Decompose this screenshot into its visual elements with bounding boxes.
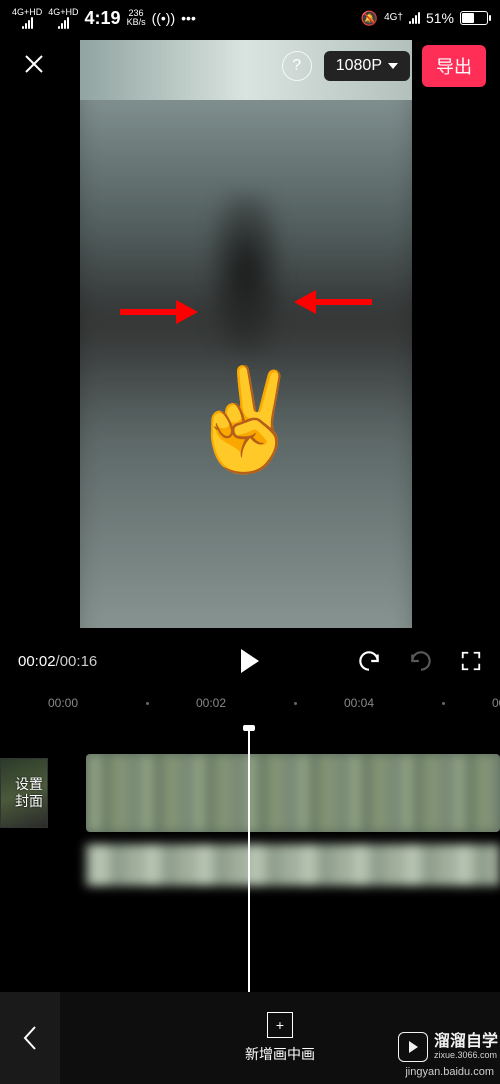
ruler-tick: 00:: [372, 694, 500, 720]
resolution-selector[interactable]: 1080P: [324, 51, 410, 81]
chevron-left-icon: [22, 1025, 38, 1051]
add-pip-label: 新增画中画: [245, 1044, 315, 1064]
video-preview[interactable]: ✌️: [80, 40, 412, 628]
export-label: 导出: [436, 57, 472, 77]
redo-button[interactable]: [408, 648, 434, 674]
timeline-ruler[interactable]: 00:00 00:02 00:04 00:: [0, 694, 500, 720]
editor-top-bar: ? 1080P 导出: [0, 36, 500, 96]
playhead[interactable]: [248, 726, 250, 996]
playback-controls: 00:02/00:16: [0, 638, 500, 684]
signal-bars-icon: [22, 17, 33, 29]
net-speed: 236 KB/s: [127, 9, 146, 27]
play-button[interactable]: [241, 649, 259, 673]
status-bar: 4G+HD 4G+HD 4:19 236 KB/s ((•)) ••• 🔕 4G…: [0, 0, 500, 36]
add-icon: +: [267, 1012, 293, 1038]
resolution-label: 1080P: [336, 57, 382, 75]
ruler-tick: 00:04: [224, 694, 372, 720]
sim1-indicator: 4G+HD: [12, 8, 42, 29]
cover-button[interactable]: 设置 封面: [0, 758, 48, 828]
cover-line2: 封面: [15, 793, 43, 810]
timecode-total: 00:16: [60, 653, 98, 670]
video-track-clip[interactable]: [86, 754, 500, 832]
fullscreen-button[interactable]: [460, 650, 482, 672]
status-left: 4G+HD 4G+HD 4:19 236 KB/s ((•)) •••: [12, 8, 196, 29]
help-button[interactable]: ?: [282, 51, 312, 81]
back-button[interactable]: [0, 992, 60, 1084]
chevron-down-icon: [388, 63, 398, 69]
video-frames-strip: [86, 754, 500, 832]
sim2-label: 4G+HD: [48, 8, 78, 17]
dnd-icon: 🔕: [361, 10, 378, 27]
undo-button[interactable]: [356, 648, 382, 674]
sim1-label: 4G+HD: [12, 8, 42, 17]
sim2-indicator: 4G+HD: [48, 8, 78, 29]
battery-pct: 51%: [426, 10, 454, 26]
pip-track-clip[interactable]: [86, 844, 500, 886]
play-icon: [241, 649, 259, 673]
timecode-current: 00:02: [18, 653, 56, 670]
preview-subject-blur: [211, 193, 281, 353]
signal-bars-icon: [409, 12, 420, 24]
source-url: jingyan.baidu.com: [405, 1066, 494, 1078]
brand-logo-icon: [398, 1032, 428, 1062]
status-right: 🔕 4G† 51%: [361, 10, 488, 27]
timecode: 00:02/00:16: [18, 653, 97, 670]
ruler-tick: 00:00: [0, 694, 76, 720]
hotspot-icon: ((•)): [152, 10, 176, 26]
cover-line1: 设置: [15, 776, 43, 793]
close-icon: [23, 53, 45, 75]
brand-sub: zixue.3066.com: [434, 1051, 498, 1061]
brand-watermark: 溜溜自学 zixue.3066.com: [398, 1032, 498, 1062]
battery-icon: [460, 11, 488, 25]
export-button[interactable]: 导出: [422, 45, 486, 87]
clock: 4:19: [85, 8, 121, 29]
close-button[interactable]: [14, 51, 54, 82]
signal-bars-icon: [58, 17, 69, 29]
victory-hand-emoji: ✌️: [184, 370, 309, 470]
net3-label: 4G†: [384, 13, 403, 23]
ruler-tick: 00:02: [76, 694, 224, 720]
help-icon: ?: [292, 57, 301, 75]
brand-name: 溜溜自学: [434, 1033, 498, 1051]
more-icon: •••: [181, 10, 196, 26]
